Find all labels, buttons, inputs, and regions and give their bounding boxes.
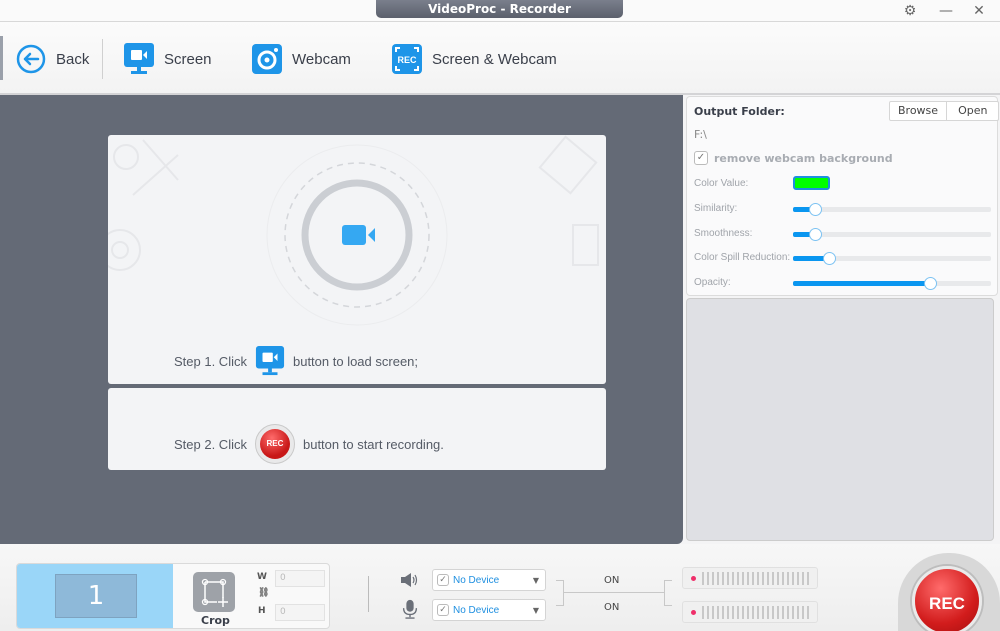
rec-inline-label: REC bbox=[259, 429, 290, 459]
height-label: H bbox=[258, 606, 266, 616]
settings-gear-icon[interactable]: ⚙ bbox=[898, 1, 922, 21]
step1-prefix: Step 1. Click bbox=[174, 353, 247, 369]
speaker-device-name: No Device bbox=[453, 574, 500, 586]
smoothness-slider[interactable] bbox=[793, 228, 991, 241]
connector-line bbox=[564, 592, 664, 593]
output-folder-buttons: Browse Open bbox=[889, 101, 1000, 121]
close-button[interactable]: ✕ bbox=[966, 1, 992, 21]
speaker-level-bars bbox=[702, 572, 812, 585]
svg-text:REC: REC bbox=[397, 55, 417, 65]
color-spill-slider[interactable] bbox=[793, 252, 991, 265]
screen-webcam-rec-icon: REC bbox=[392, 44, 422, 74]
browse-button[interactable]: Browse bbox=[890, 102, 946, 120]
width-input[interactable]: 0 bbox=[275, 570, 325, 587]
remove-background-checkbox[interactable]: ✓ bbox=[694, 151, 708, 165]
color-value-swatch[interactable] bbox=[793, 176, 830, 190]
opacity-fill bbox=[793, 281, 930, 286]
step2-instruction: Step 2. Click REC button to start record… bbox=[174, 424, 444, 464]
chevron-down-icon: ▼ bbox=[532, 605, 539, 615]
window-title: VideoProc - Recorder bbox=[376, 0, 623, 18]
mic-level-bars bbox=[702, 606, 812, 619]
webcam-icon bbox=[252, 44, 282, 74]
monitor-selector: 1 Crop W ⛓ H 0 0 bbox=[16, 563, 330, 629]
speaker-indicator-dot bbox=[691, 576, 696, 581]
rec-inline-icon: REC bbox=[254, 424, 295, 464]
similarity-slider[interactable] bbox=[793, 203, 991, 216]
monitor-1-tile[interactable]: 1 bbox=[17, 564, 173, 628]
mic-device-name: No Device bbox=[453, 604, 500, 616]
microphone-icon bbox=[402, 599, 418, 619]
toolbar-edge bbox=[0, 36, 3, 80]
rec-button[interactable]: REC bbox=[912, 566, 982, 631]
speaker-on-toggle[interactable]: ON bbox=[604, 575, 619, 586]
mic-on-toggle[interactable]: ON bbox=[604, 602, 619, 613]
opacity-knob[interactable] bbox=[923, 277, 937, 290]
crop-label: Crop bbox=[201, 614, 230, 627]
mic-device-select[interactable]: ✓ No Device ▼ bbox=[432, 599, 546, 621]
screen-record-icon bbox=[124, 43, 154, 74]
screen-webcam-label: Screen & Webcam bbox=[432, 50, 557, 68]
width-label: W bbox=[257, 572, 267, 582]
smoothness-label: Smoothness: bbox=[694, 228, 753, 239]
color-value-label: Color Value: bbox=[694, 178, 749, 189]
step1-suffix: button to load screen; bbox=[292, 353, 419, 369]
screen-label: Screen bbox=[164, 50, 212, 68]
webcam-label: Webcam bbox=[292, 50, 351, 68]
opacity-label: Opacity: bbox=[694, 277, 731, 288]
mic-enable-checkbox[interactable]: ✓ bbox=[437, 604, 449, 616]
similarity-knob[interactable] bbox=[808, 203, 822, 216]
screen-button[interactable]: Screen bbox=[124, 42, 212, 76]
opacity-slider[interactable] bbox=[793, 277, 991, 290]
step1-instruction: Step 1. Click button to load screen; bbox=[174, 346, 418, 376]
webcam-preview-panel bbox=[686, 298, 994, 541]
color-spill-label: Color Spill Reduction: bbox=[694, 252, 791, 263]
webcam-settings-panel: Output Folder: Browse Open F:\ ✓ remove … bbox=[686, 96, 1000, 296]
video-camera-icon[interactable] bbox=[340, 223, 380, 247]
mic-indicator-dot bbox=[691, 610, 696, 615]
crop-button[interactable] bbox=[193, 572, 235, 612]
step2-suffix: button to start recording. bbox=[302, 436, 444, 452]
title-bar: VideoProc - Recorder ⚙ — ✕ bbox=[0, 0, 1000, 22]
toolbar-divider bbox=[102, 39, 103, 79]
link-ratio-icon[interactable]: ⛓ bbox=[258, 588, 269, 598]
speaker-device-select[interactable]: ✓ No Device ▼ bbox=[432, 569, 546, 591]
crop-icon bbox=[201, 578, 228, 607]
speaker-level-meter bbox=[682, 567, 818, 589]
back-arrow-icon bbox=[16, 44, 46, 74]
toolbar: Back Screen Webcam REC Screen & Webcam bbox=[0, 22, 1000, 95]
speaker-icon bbox=[401, 573, 418, 587]
screen-record-inline-icon bbox=[255, 346, 285, 376]
remove-background-label: remove webcam background bbox=[714, 151, 893, 165]
step1-card: Step 1. Click button to load screen; bbox=[108, 135, 606, 384]
back-button[interactable]: Back bbox=[16, 42, 89, 76]
monitor-number: 1 bbox=[55, 574, 137, 618]
chevron-down-icon: ▼ bbox=[532, 575, 539, 585]
step2-card: Step 2. Click REC button to start record… bbox=[108, 388, 606, 470]
step2-prefix: Step 2. Click bbox=[174, 436, 247, 452]
similarity-label: Similarity: bbox=[694, 203, 738, 214]
color-spill-knob[interactable] bbox=[822, 252, 836, 265]
output-folder-label: Output Folder: bbox=[694, 105, 785, 118]
height-input[interactable]: 0 bbox=[275, 604, 325, 621]
remove-background-option[interactable]: ✓ remove webcam background bbox=[694, 151, 893, 165]
bracket-right bbox=[664, 580, 672, 606]
screen-webcam-button[interactable]: REC Screen & Webcam bbox=[392, 42, 557, 76]
bottom-divider bbox=[368, 576, 369, 612]
webcam-button[interactable]: Webcam bbox=[252, 42, 351, 76]
bottom-bar: 1 Crop W ⛓ H 0 0 ✓ No Device ▼ ✓ No Devi… bbox=[0, 544, 1000, 631]
speaker-enable-checkbox[interactable]: ✓ bbox=[437, 574, 449, 586]
bracket-left bbox=[556, 580, 564, 606]
mic-level-meter bbox=[682, 601, 818, 623]
output-path: F:\ bbox=[694, 128, 707, 141]
back-label: Back bbox=[56, 50, 90, 68]
smoothness-knob[interactable] bbox=[808, 228, 822, 241]
open-button[interactable]: Open bbox=[946, 102, 998, 120]
minimize-button[interactable]: — bbox=[933, 1, 959, 21]
